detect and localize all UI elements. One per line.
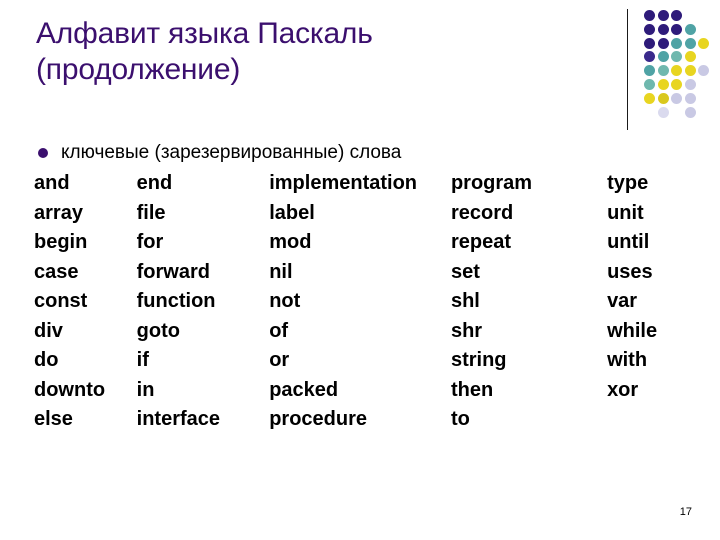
- keyword-end: end: [136, 172, 173, 194]
- keyword-table-body: and end implementation program type array file…: [34, 169, 714, 435]
- keyword-row: case forward nil set uses: [34, 258, 714, 288]
- deco-dot-lavender: [671, 92, 683, 104]
- keyword-then: then: [450, 378, 494, 401]
- keyword-interface: interface: [136, 408, 221, 430]
- keyword-else: else: [34, 408, 73, 430]
- keyword-uses: uses: [607, 260, 653, 283]
- keyword-const: const: [34, 290, 88, 312]
- keyword-case: case: [34, 260, 79, 283]
- slide-canvas: Алфавит языка Паскаль (продолжение) ключ…: [0, 0, 720, 540]
- page-number: 17: [679, 506, 692, 518]
- keyword-row: and end implementation program type: [34, 169, 714, 199]
- keyword-repeat: repeat: [450, 231, 511, 253]
- keyword-do: do: [34, 349, 59, 371]
- keyword-row: downto in packed then xor: [34, 376, 714, 406]
- deco-dot-sea-green: [657, 65, 669, 77]
- deco-dot-gold: [657, 92, 669, 104]
- keyword-set: set: [450, 260, 480, 283]
- keyword-table: and end implementation program type array file…: [34, 169, 714, 435]
- keyword-or: or: [269, 349, 290, 371]
- keyword-shl: shl: [450, 290, 480, 312]
- keyword-begin: begin: [34, 231, 88, 253]
- deco-dot-sea-green: [644, 79, 655, 90]
- keyword-string: string: [450, 349, 507, 371]
- keyword-shr: shr: [450, 319, 483, 342]
- keyword-var: var: [607, 290, 638, 312]
- slide-body: ключевые (зарезервированные) слова and en…: [34, 140, 714, 435]
- keyword-label: label: [269, 201, 315, 224]
- keyword-and: and: [34, 172, 70, 194]
- deco-dot-lavender: [684, 79, 696, 90]
- keyword-unit: unit: [607, 201, 644, 224]
- deco-dot-indigo: [644, 51, 655, 63]
- keyword-to: to: [450, 408, 470, 430]
- deco-dot-teal: [671, 37, 683, 49]
- deco-dot-yellow: [657, 79, 669, 90]
- deco-dot-yellow: [671, 79, 683, 90]
- keyword-file: file: [136, 201, 166, 224]
- keyword-nil: nil: [269, 260, 293, 283]
- deco-dot-sea-green: [671, 51, 683, 63]
- deco-dot-teal: [684, 37, 696, 49]
- keyword-row: array file label record unit: [34, 199, 714, 229]
- keyword-not: not: [269, 290, 301, 312]
- deco-dot-teal: [657, 51, 669, 63]
- keyword-while: while: [607, 319, 658, 342]
- deco-dot-lavender: [698, 65, 710, 77]
- keyword-forward: forward: [136, 260, 210, 283]
- vertical-divider: [627, 9, 628, 130]
- dot-grid-decoration: [624, 4, 716, 130]
- deco-dot-yellow: [698, 37, 710, 49]
- keyword-row: div goto of shr while: [34, 317, 714, 347]
- deco-dot-yellow: [644, 92, 655, 104]
- keyword-if: if: [136, 349, 149, 371]
- deco-dot-yellow: [684, 65, 696, 77]
- deco-dot-dark-purple: [644, 23, 655, 35]
- keyword-row: const function not shl var: [34, 287, 714, 317]
- page-title: Алфавит языка Паскаль (продолжение): [36, 17, 373, 86]
- keyword-of: of: [269, 319, 289, 342]
- keyword-record: record: [450, 201, 514, 224]
- decorative-dot-grid: [644, 10, 716, 128]
- keyword-mod: mod: [269, 231, 312, 253]
- deco-dot-dark-purple: [644, 37, 655, 49]
- deco-dot-yellow: [671, 65, 683, 77]
- deco-dot-dark-purple: [657, 23, 669, 35]
- deco-dot-yellow: [684, 51, 696, 63]
- bullet-dot-icon: [38, 148, 48, 158]
- keyword-procedure: procedure: [269, 408, 368, 430]
- deco-dot-dark-purple: [671, 10, 683, 21]
- deco-dot-teal: [644, 65, 655, 77]
- deco-dot-dark-purple: [671, 23, 683, 35]
- keyword-array: array: [34, 201, 83, 224]
- keyword-with: with: [607, 349, 648, 371]
- keyword-empty: [607, 405, 714, 435]
- deco-dot-teal: [684, 23, 696, 35]
- deco-dot-dark-purple: [644, 10, 655, 21]
- deco-dot-dark-purple: [657, 37, 669, 49]
- keyword-packed: packed: [269, 378, 339, 401]
- keyword-until: until: [607, 231, 650, 253]
- deco-dot-dark-purple: [657, 10, 669, 21]
- keyword-function: function: [136, 290, 216, 312]
- deco-dot-pale: [657, 106, 669, 118]
- keyword-row: else interface procedure to: [34, 405, 714, 435]
- keyword-xor: xor: [607, 378, 639, 401]
- keyword-goto: goto: [136, 319, 180, 342]
- keyword-row: do if or string with: [34, 346, 714, 376]
- keyword-row: begin for mod repeat until: [34, 228, 714, 258]
- deco-dot-lavender: [684, 92, 696, 104]
- deco-dot-lavender: [684, 106, 696, 118]
- keyword-for: for: [136, 231, 164, 253]
- slide-title-block: Алфавит языка Паскаль (продолжение): [36, 16, 616, 88]
- keyword-program: program: [450, 172, 533, 194]
- keyword-div: div: [34, 319, 63, 342]
- keyword-implementation: implementation: [269, 172, 418, 194]
- keyword-downto: downto: [34, 378, 106, 401]
- keyword-in: in: [136, 378, 155, 401]
- bullet-label: ключевые (зарезервированные) слова: [61, 142, 402, 163]
- bullet-line: ключевые (зарезервированные) слова: [34, 140, 714, 166]
- keyword-type: type: [607, 172, 649, 194]
